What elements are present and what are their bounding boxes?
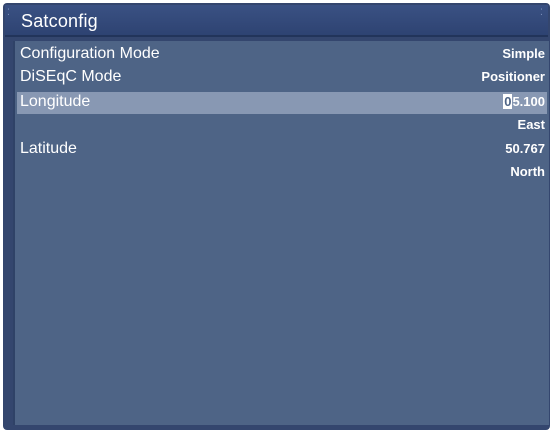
setting-row-configuration-mode[interactable]: Configuration Mode Simple xyxy=(17,44,547,66)
settings-list: Configuration Mode Simple DiSEqC Mode Po… xyxy=(13,41,549,425)
setting-value[interactable]: Simple xyxy=(502,46,545,61)
screw-icon: ⁚ xyxy=(540,8,543,18)
longitude-value-rest: 5.100 xyxy=(512,94,545,109)
setting-value[interactable]: 50.767 xyxy=(505,141,545,156)
window-title: Satconfig xyxy=(21,11,98,31)
setting-row-longitude[interactable]: Longitude 05.100 xyxy=(17,92,547,114)
latitude-direction[interactable]: North xyxy=(510,164,545,179)
setting-label: Latitude xyxy=(20,140,77,157)
left-rail xyxy=(5,41,13,425)
setting-label: Longitude xyxy=(20,93,91,110)
screw-icon: ⁚ xyxy=(7,8,10,18)
setting-value[interactable]: Positioner xyxy=(481,69,545,84)
satconfig-window: ⁚ Satconfig ⁚ Configuration Mode Simple … xyxy=(0,0,552,432)
longitude-input[interactable]: 05.100 xyxy=(503,94,545,109)
setting-label: DiSEqC Mode xyxy=(20,68,122,85)
longitude-direction[interactable]: East xyxy=(518,117,545,132)
setting-row-latitude[interactable]: Latitude 50.767 xyxy=(17,139,547,161)
title-bar: ⁚ Satconfig ⁚ xyxy=(5,5,548,37)
setting-label: Configuration Mode xyxy=(20,45,160,62)
setting-row-diseqc-mode[interactable]: DiSEqC Mode Positioner xyxy=(17,67,547,89)
